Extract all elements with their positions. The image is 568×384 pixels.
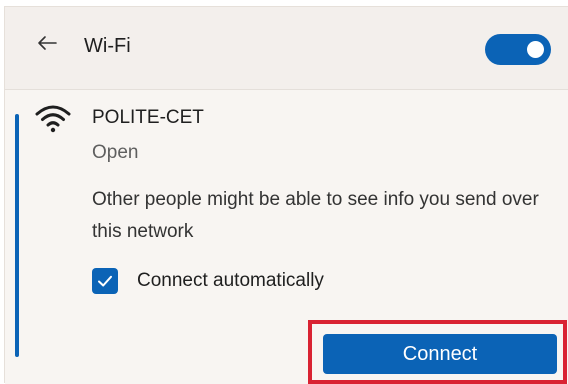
back-arrow-icon[interactable] — [35, 31, 59, 55]
checkmark-icon — [98, 275, 112, 287]
network-name: POLITE-CET — [92, 107, 204, 128]
connect-automatically-row[interactable]: Connect automatically — [92, 267, 324, 295]
connect-button[interactable]: Connect — [323, 334, 557, 374]
wifi-header: Wi-Fi — [5, 7, 568, 89]
wifi-icon — [35, 105, 71, 133]
connect-button-highlight: Connect — [308, 320, 567, 384]
toggle-knob — [527, 41, 544, 58]
wifi-panel: Wi-Fi POLITE-CET Open Other people might… — [4, 6, 568, 384]
wifi-toggle[interactable] — [485, 34, 551, 65]
connect-automatically-label: Connect automatically — [137, 270, 324, 291]
selection-accent-bar — [15, 114, 19, 357]
connect-automatically-checkbox[interactable] — [92, 268, 118, 294]
page-title: Wi-Fi — [84, 35, 131, 57]
network-warning-text: Other people might be able to see info y… — [92, 189, 539, 242]
network-status: Open — [92, 142, 139, 163]
network-list-item[interactable]: POLITE-CET Open Other people might be ab… — [5, 90, 568, 384]
